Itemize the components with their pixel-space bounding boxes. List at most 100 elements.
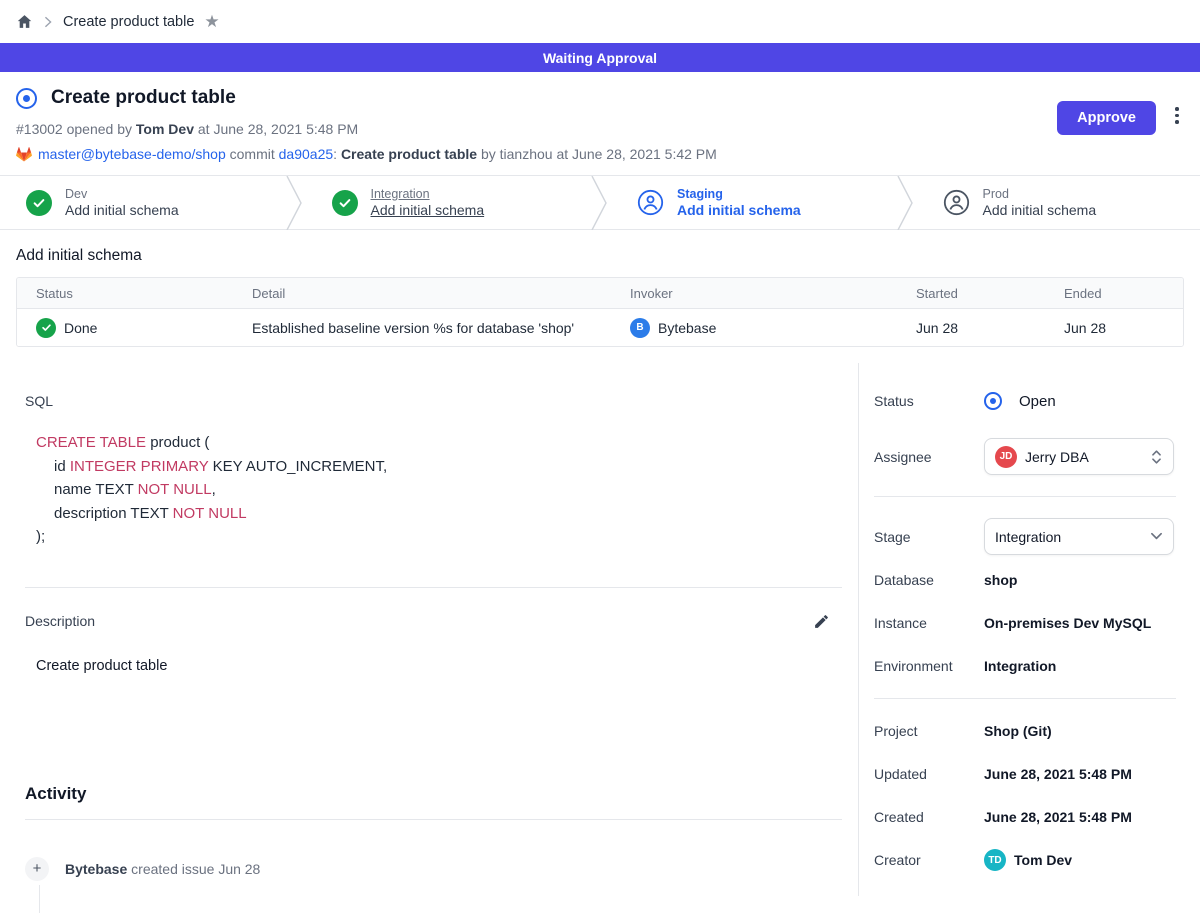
assignee-value: Jerry DBA	[1025, 449, 1142, 465]
sidebar-row-created: Created June 28, 2021 5:48 PM	[874, 806, 1176, 828]
sql-line: description TEXT NOT NULL	[36, 502, 842, 526]
task-section: Add initial schema Status Detail Invoker…	[0, 230, 1200, 363]
project-value[interactable]: Shop (Git)	[984, 723, 1052, 739]
stage-pipeline: Dev Add initial schema Integration Add i…	[0, 175, 1200, 230]
sidebar-row-creator: Creator TD Tom Dev	[874, 849, 1176, 871]
issue-opened-at: at June 28, 2021 5:48 PM	[194, 121, 358, 137]
waiting-approval-banner: Waiting Approval	[0, 43, 1200, 72]
table-row[interactable]: Done Established baseline version %s for…	[17, 309, 1183, 346]
chevron-down-icon	[1150, 532, 1163, 541]
stage-pending-icon	[943, 189, 970, 216]
activity-action: created issue Jun 28	[127, 861, 260, 877]
stage-task-label: Add initial schema	[371, 202, 485, 218]
sidebar-row-instance: Instance On-premises Dev MySQL	[874, 612, 1176, 634]
task-section-title: Add initial schema	[16, 247, 1184, 265]
task-done-icon	[36, 318, 56, 338]
stage-value: Integration	[995, 529, 1142, 545]
created-value: June 28, 2021 5:48 PM	[984, 809, 1132, 825]
database-value[interactable]: shop	[984, 572, 1017, 588]
commit-author-time: by tianzhou at June 28, 2021 5:42 PM	[477, 146, 717, 162]
banner-text: Waiting Approval	[543, 50, 657, 66]
issue-meta: #13002 opened by Tom Dev at June 28, 202…	[16, 121, 1184, 137]
divider	[25, 819, 842, 820]
stage-staging[interactable]: Staging Add initial schema	[611, 176, 895, 229]
instance-value[interactable]: On-premises Dev MySQL	[984, 615, 1151, 631]
sql-line: );	[36, 525, 842, 549]
issue-author: Tom Dev	[136, 121, 194, 137]
commit-branch-repo-link[interactable]: master@bytebase-demo/shop	[38, 146, 226, 162]
divider	[25, 587, 842, 588]
divider	[874, 698, 1176, 699]
home-icon[interactable]	[16, 13, 33, 30]
sidebar-row-stage: Stage Integration	[874, 518, 1176, 555]
issue-detail-panel: SQL CREATE TABLE product ( id INTEGER PR…	[0, 363, 858, 896]
issue-id: #13002 opened by	[16, 121, 136, 137]
status-open-icon	[984, 392, 1002, 410]
stage-env-label: Integration	[371, 187, 485, 201]
sidebar-row-updated: Updated June 28, 2021 5:48 PM	[874, 763, 1176, 785]
commit-message: Create product table	[341, 146, 477, 162]
sql-label: SQL	[25, 393, 842, 409]
col-invoker: Invoker	[611, 286, 897, 301]
task-table: Status Detail Invoker Started Ended Done…	[16, 277, 1184, 347]
breadcrumb: Create product table ★	[0, 0, 1200, 43]
updated-value: June 28, 2021 5:48 PM	[984, 766, 1132, 782]
col-status: Status	[17, 286, 233, 301]
activity-title: Activity	[25, 784, 842, 804]
issue-header: Create product table #13002 opened by To…	[0, 72, 1200, 175]
stage-separator-icon	[589, 176, 611, 230]
timeline-connector	[39, 885, 40, 913]
col-ended: Ended	[1045, 286, 1183, 301]
stage-env-label: Dev	[65, 187, 179, 201]
status-value: Open	[1019, 393, 1056, 410]
sql-line: id INTEGER PRIMARY KEY AUTO_INCREMENT,	[36, 455, 842, 479]
commit-line: master@bytebase-demo/shop commit da90a25…	[16, 146, 1184, 162]
stage-pending-approval-icon	[637, 189, 664, 216]
description-label: Description	[25, 613, 95, 629]
task-detail: Established baseline version %s for data…	[233, 320, 611, 336]
col-started: Started	[897, 286, 1045, 301]
stage-done-icon	[26, 190, 52, 216]
sidebar-row-database: Database shop	[874, 569, 1176, 591]
page-title: Create product table	[51, 87, 236, 109]
favorite-star-icon[interactable]: ★	[204, 13, 219, 30]
col-detail: Detail	[233, 286, 611, 301]
updown-caret-icon	[1150, 449, 1163, 465]
stage-prod[interactable]: Prod Add initial schema	[917, 176, 1200, 229]
stage-task-label: Add initial schema	[983, 202, 1097, 218]
more-actions-icon[interactable]	[1168, 107, 1186, 124]
chevron-right-icon	[43, 16, 53, 28]
breadcrumb-title[interactable]: Create product table	[63, 14, 194, 30]
sidebar-row-assignee: Assignee JD Jerry DBA	[874, 438, 1176, 475]
sql-code-block: CREATE TABLE product ( id INTEGER PRIMAR…	[36, 431, 842, 549]
issue-sidebar: Status Open Assignee JD Jerry DBA Stage …	[858, 363, 1200, 896]
stage-dev[interactable]: Dev Add initial schema	[0, 176, 284, 229]
description-text: Create product table	[36, 658, 842, 674]
task-ended: Jun 28	[1045, 320, 1183, 336]
assignee-select[interactable]: JD Jerry DBA	[984, 438, 1174, 475]
sidebar-row-status: Status Open	[874, 390, 1176, 412]
stage-done-icon	[332, 190, 358, 216]
task-invoker: Bytebase	[658, 320, 716, 336]
plus-icon: +	[25, 857, 49, 881]
stage-task-label: Add initial schema	[677, 202, 801, 218]
approve-button[interactable]: Approve	[1057, 101, 1156, 135]
commit-hash-link[interactable]: da90a25	[279, 146, 334, 162]
sql-line: name TEXT NOT NULL,	[36, 478, 842, 502]
sidebar-row-environment: Environment Integration	[874, 655, 1176, 677]
task-started: Jun 28	[897, 320, 1045, 336]
task-status: Done	[64, 320, 97, 336]
edit-description-icon[interactable]	[813, 613, 830, 630]
gitlab-icon	[16, 147, 32, 162]
assignee-avatar: JD	[995, 446, 1017, 468]
environment-value[interactable]: Integration	[984, 658, 1056, 674]
sql-line: CREATE TABLE product (	[36, 431, 842, 455]
commit-word: commit	[226, 146, 279, 162]
stage-select[interactable]: Integration	[984, 518, 1174, 555]
stage-integration[interactable]: Integration Add initial schema	[306, 176, 590, 229]
sidebar-row-project: Project Shop (Git)	[874, 720, 1176, 742]
stage-separator-icon	[895, 176, 917, 230]
divider	[874, 496, 1176, 497]
stage-task-label: Add initial schema	[65, 202, 179, 218]
invoker-avatar: B	[630, 318, 650, 338]
